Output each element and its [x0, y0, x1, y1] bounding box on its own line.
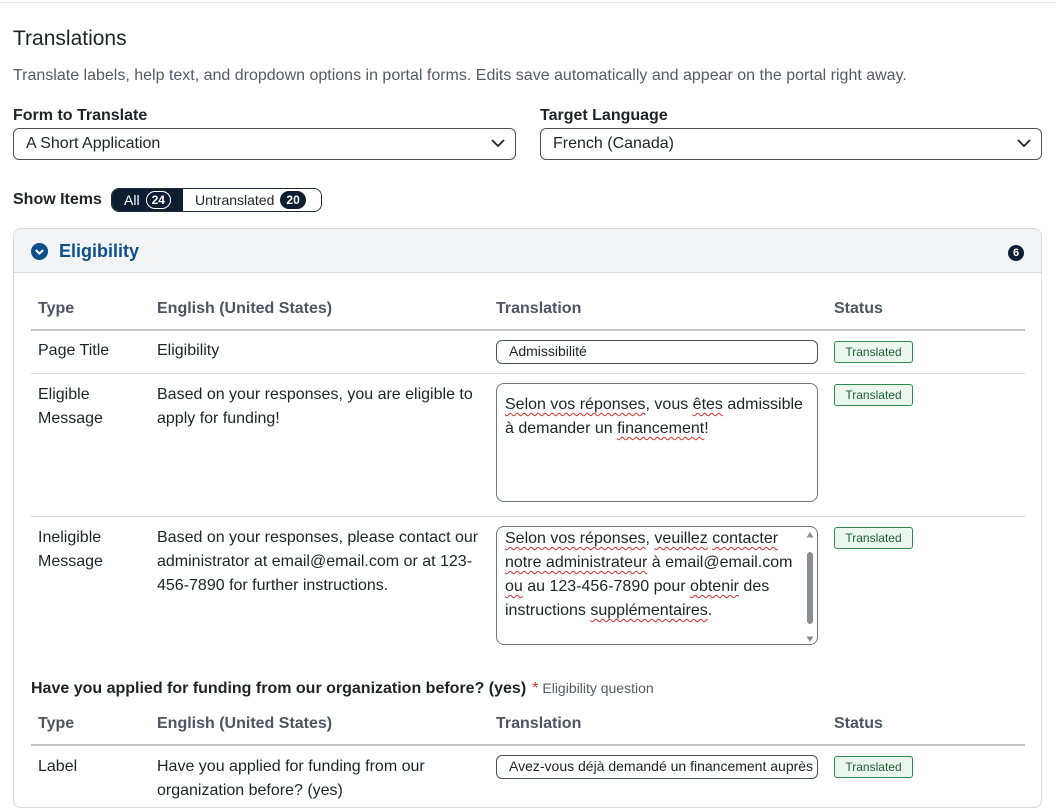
row-type: Ineligible Message [38, 529, 103, 570]
column-header-english: English (United States) [157, 300, 333, 317]
column-header-status: Status [834, 715, 883, 732]
translation-input[interactable]: Avez-vous déjà demandé un financement au… [496, 755, 818, 779]
question-heading: Have you applied for funding from our or… [31, 680, 654, 698]
section-title: Eligibility [59, 241, 140, 261]
show-items-toggle: All 24 Untranslated 20 [111, 188, 322, 212]
section-header[interactable]: Eligibility 6 [14, 229, 1041, 273]
header-divider [31, 744, 1025, 746]
row-english: Have you applied for funding from our or… [157, 758, 425, 799]
required-marker: * [532, 680, 539, 697]
chevron-down-circle-icon[interactable] [31, 243, 48, 260]
status-badge: Translated [834, 341, 913, 363]
form-select-label: Form to Translate [13, 107, 148, 124]
language-select-value: French (Canada) [553, 135, 674, 152]
form-select-value: A Short Application [26, 135, 161, 152]
column-header-english: English (United States) [157, 715, 333, 732]
translation-text: Selon vos réponses, vous êtes admissible… [505, 396, 803, 437]
show-untranslated-button[interactable]: Untranslated 20 [183, 189, 321, 211]
chevron-down-icon [491, 139, 505, 148]
translation-textarea[interactable]: Selon vos réponses, veuillez contacter n… [496, 526, 818, 645]
language-select[interactable]: French (Canada) [540, 128, 1042, 160]
show-all-label: All [124, 192, 140, 208]
show-untranslated-label: Untranslated [195, 192, 275, 208]
question-note: Eligibility question [542, 680, 654, 696]
row-english: Eligibility [157, 342, 220, 359]
column-header-status: Status [834, 300, 883, 317]
row-english: Based on your responses, you are eligibl… [157, 386, 473, 427]
scroll-down-arrow-icon[interactable] [806, 635, 814, 643]
untranslated-count-badge: 20 [280, 191, 306, 209]
row-type: Label [38, 758, 78, 775]
column-header-translation: Translation [496, 300, 582, 317]
translations-page: Translations Translate labels, help text… [13, 0, 1043, 808]
page-title: Translations [13, 27, 127, 50]
column-header-type: Type [38, 715, 75, 732]
translation-text: Selon vos réponses, veuillez contacter n… [505, 530, 793, 619]
form-select[interactable]: A Short Application [13, 128, 516, 160]
show-all-button[interactable]: All 24 [112, 189, 183, 211]
eligibility-section: Eligibility 6 Type English (United State… [13, 228, 1042, 808]
status-badge: Translated [834, 384, 913, 406]
status-badge: Translated [834, 756, 913, 778]
scroll-thumb[interactable] [807, 552, 813, 624]
all-count-badge: 24 [145, 191, 171, 209]
row-type: Page Title [38, 342, 110, 359]
translation-input[interactable]: Admissibilité [496, 340, 818, 364]
row-divider [31, 516, 1025, 517]
translation-textarea[interactable]: Selon vos réponses, vous êtes admissible… [496, 383, 818, 502]
row-type: Eligible Message [38, 386, 103, 427]
column-header-translation: Translation [496, 715, 582, 732]
scroll-up-arrow-icon[interactable] [806, 531, 814, 539]
language-select-label: Target Language [540, 107, 668, 124]
textarea-scrollbar[interactable] [806, 531, 814, 643]
column-header-type: Type [38, 300, 75, 317]
page-subtitle: Translate labels, help text, and dropdow… [13, 67, 907, 84]
chevron-down-icon [1017, 139, 1031, 148]
question-text: Have you applied for funding from our or… [31, 680, 527, 697]
header-divider [31, 329, 1025, 331]
row-divider [31, 373, 1025, 374]
section-count-badge: 6 [1008, 245, 1024, 261]
status-badge: Translated [834, 527, 913, 549]
show-items-label: Show Items [13, 191, 102, 208]
row-english: Based on your responses, please contact … [157, 529, 479, 594]
